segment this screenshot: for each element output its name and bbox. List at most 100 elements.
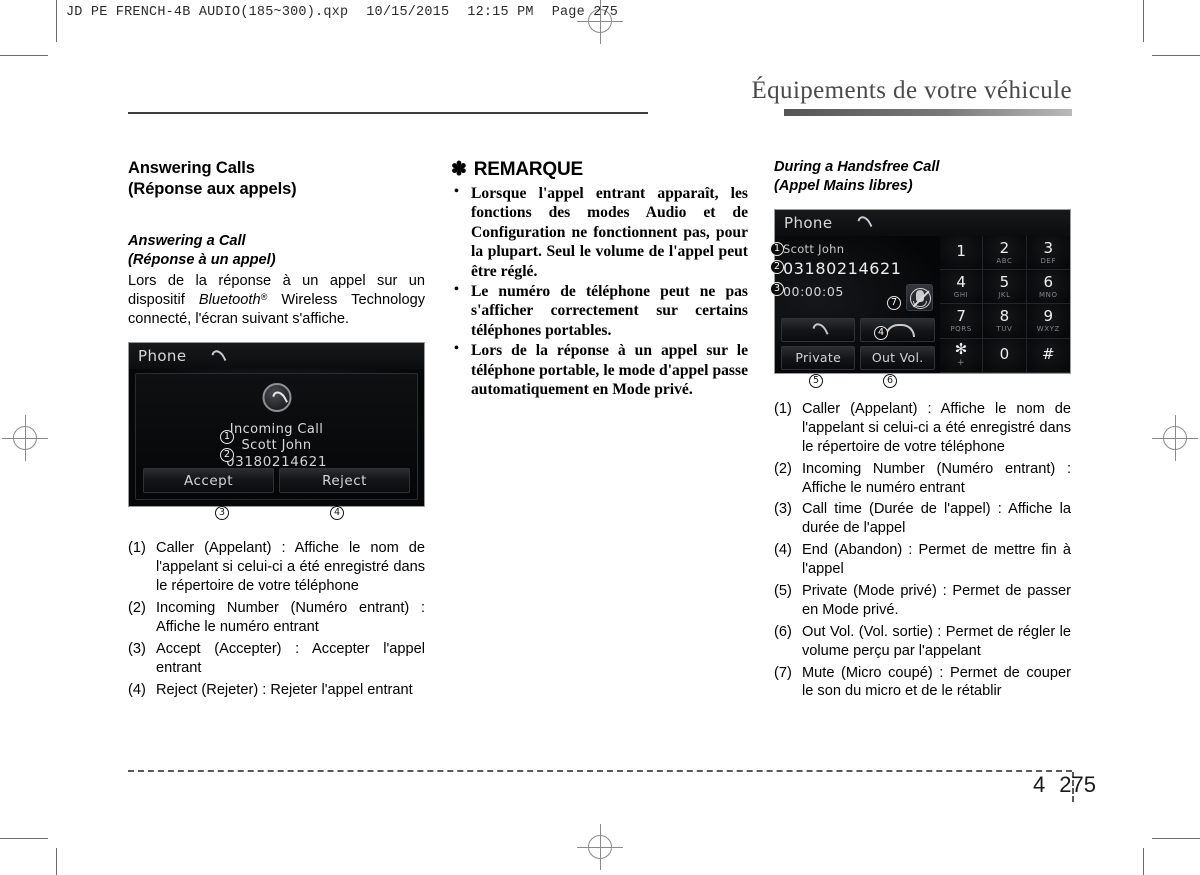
mute-mic-icon[interactable] xyxy=(905,283,933,311)
keypad-key-4[interactable]: 4 GHI xyxy=(939,270,984,305)
incoming-call-buttons: Accept Reject xyxy=(143,468,410,494)
caller-name: Scott John xyxy=(783,241,845,256)
list-item-number: (3) xyxy=(774,501,792,518)
file-header-filename: JD PE FRENCH-4B AUDIO(185~300).qxp xyxy=(66,5,349,20)
keypad-key-1[interactable]: 1 xyxy=(939,235,984,271)
keypad-key-8[interactable]: 8 TUV xyxy=(983,304,1027,339)
list-item: (3) Accept (Accepter) : Accepter l'appel … xyxy=(128,640,425,678)
key-digit: 8 xyxy=(999,307,1010,326)
file-header-time: 12:15 PM xyxy=(467,5,534,20)
subheading-line2: (Appel Mains libres) xyxy=(774,177,913,194)
chapter-number: 4 xyxy=(1033,772,1046,797)
file-header-date: 10/15/2015 xyxy=(366,5,450,20)
handsfree-info-panel: Scott John 03180214621 00:00:05 Private … xyxy=(775,235,940,373)
key-digit: ✻ xyxy=(954,340,968,359)
note-list: Lorsque l'appel entrant apparaît, les fo… xyxy=(451,183,748,399)
key-digit: 2 xyxy=(999,238,1010,257)
subheading-line1: Answering a Call xyxy=(128,233,246,250)
screen-titlebar: Phone xyxy=(129,343,424,370)
incoming-call-label: Incoming Call xyxy=(229,422,324,438)
file-header-strip: JD PE FRENCH-4B AUDIO(185~300).qxp 10/15/… xyxy=(66,5,636,20)
keypad-key-0[interactable]: 0 xyxy=(983,338,1027,373)
keypad-key-2[interactable]: 2 ABC xyxy=(983,235,1027,271)
reject-button[interactable]: Reject xyxy=(279,468,410,494)
registration-mark-left xyxy=(2,415,48,461)
column-3: During a Handsfree Call (Appel Mains lib… xyxy=(770,158,1071,704)
callout-7-mute: 7 xyxy=(887,295,901,310)
end-call-icon xyxy=(884,323,915,337)
keypad-key-7[interactable]: 7 PQRS xyxy=(939,304,984,339)
key-letters: DEF xyxy=(1040,256,1057,265)
col1-definition-list: (1) Caller (Appelant) : Affiche le nom de… xyxy=(128,539,425,699)
crop-mark-bottom-left-v xyxy=(56,848,57,875)
key-digit: 7 xyxy=(956,307,966,326)
screen-titlebar: Phone xyxy=(775,209,1070,236)
crop-mark-bottom-right-v xyxy=(1143,848,1144,875)
section-heading-answering-calls: Answering Calls (Réponse aux appels) xyxy=(128,158,425,200)
chapter-rule xyxy=(784,109,1072,117)
callout-3-accept: 3 xyxy=(215,506,229,521)
list-item-number: (2) xyxy=(774,460,792,477)
keypad-key-3[interactable]: 3 DEF xyxy=(1026,235,1070,271)
note-heading: ✽ REMARQUE xyxy=(451,158,748,181)
list-item: (4) End (Abandon) : Permet de mettre fin … xyxy=(774,541,1071,579)
handsfree-call-screenshot: Phone Scott John 03180214621 00:00:05 Pr… xyxy=(770,208,1071,388)
intro-paragraph: Lors de la réponse à un appel sur un dis… xyxy=(128,272,425,328)
list-item-text: Call time (Durée de l'appel) : Affiche l… xyxy=(802,501,1071,537)
out-vol-button[interactable]: Out Vol. xyxy=(860,345,935,370)
key-digit: 0 xyxy=(999,344,1010,363)
list-item-text: Incoming Number (Numéro entrant) : Affic… xyxy=(156,600,425,635)
crop-mark-top-right-v xyxy=(1143,0,1144,42)
keypad-key-5[interactable]: 5 JKL xyxy=(983,270,1027,305)
asterisk-icon: ✽ xyxy=(451,159,467,180)
private-button[interactable]: Private xyxy=(781,345,856,370)
list-item: (3) Call time (Durée de l'appel) : Affich… xyxy=(774,500,1071,538)
list-item: (6) Out Vol. (Vol. sortie) : Permet de ré… xyxy=(774,623,1071,661)
list-item-number: (1) xyxy=(774,400,792,417)
list-item-number: (3) xyxy=(128,640,146,657)
callout-4-end: 4 xyxy=(874,325,888,340)
incoming-call-body: Incoming Call Scott John 03180214621 Acc… xyxy=(129,369,424,507)
end-call-button[interactable] xyxy=(860,317,935,342)
incoming-call-icon xyxy=(262,383,291,413)
list-item-text: Private (Mode privé) : Permet de passer … xyxy=(802,582,1071,618)
registration-mark-right xyxy=(1152,415,1198,461)
body-columns: Answering Calls (Réponse aux appels) Ans… xyxy=(128,158,1072,748)
callout-3-call-time: 3 xyxy=(770,281,784,296)
list-item-number: (4) xyxy=(774,542,792,559)
dial-keypad: 1 2 ABC 3 DEF 4 GHI 5 JKL 6 MNO 7 PQRS 8 TUV 9W… xyxy=(939,235,1070,373)
section-heading-line2: (Réponse aux appels) xyxy=(128,180,297,199)
manual-page: JD PE FRENCH-4B AUDIO(185~300).qxp 10/15/… xyxy=(0,0,1200,875)
file-header-page-label: Page 275 xyxy=(551,5,619,20)
note-heading-text: REMARQUE xyxy=(473,159,583,180)
list-item: (2) Incoming Number (Numéro entrant) : Af… xyxy=(774,460,1071,498)
note-item: Le numéro de téléphone peut ne pas s'aff… xyxy=(451,281,748,340)
subheading-during-handsfree-call: During a Handsfree Call (Appel Mains lib… xyxy=(774,158,1071,196)
keypad-key-hash[interactable]: # xyxy=(1026,338,1070,373)
keypad-key-9[interactable]: 9 WXYZ xyxy=(1026,304,1070,339)
list-item-text: Caller (Appelant) : Affiche le nom de l'… xyxy=(802,400,1071,455)
key-letters: JKL xyxy=(998,290,1011,299)
list-item-number: (4) xyxy=(128,681,146,698)
list-item: (1) Caller (Appelant) : Affiche le nom de… xyxy=(774,400,1071,457)
key-digit: 3 xyxy=(1043,238,1054,257)
keypad-key-6[interactable]: 6 MNO xyxy=(1026,270,1070,305)
incoming-call-screenshot: Phone Incoming Call Scott John 031802146… xyxy=(128,342,425,521)
list-item-number: (2) xyxy=(128,600,146,617)
list-item-text: Mute (Micro coupé) : Permet de couper le… xyxy=(802,664,1071,700)
incoming-call-frame: Phone Incoming Call Scott John 031802146… xyxy=(128,342,425,508)
crop-mark-bottom-left-h xyxy=(0,838,48,839)
subheading-answering-a-call: Answering a Call (Réponse à un appel) xyxy=(128,232,425,270)
list-item-text: End (Abandon) : Permet de mettre fin à l… xyxy=(802,542,1071,578)
page-number-value: 275 xyxy=(1059,772,1096,797)
handsfree-frame: Phone Scott John 03180214621 00:00:05 Pr… xyxy=(774,208,1071,374)
caller-number: 03180214621 xyxy=(783,258,902,278)
crop-mark-top-left-v xyxy=(56,0,57,42)
list-item-text: Reject (Rejeter) : Rejeter l'appel entra… xyxy=(156,681,413,698)
call-button[interactable] xyxy=(781,317,856,342)
list-item-text: Accept (Accepter) : Accepter l'appel ent… xyxy=(156,640,425,676)
accept-button[interactable]: Accept xyxy=(143,468,274,494)
key-digit: 1 xyxy=(956,242,966,261)
key-letters: WXYZ xyxy=(1036,325,1060,334)
keypad-key-star[interactable]: ✻ + xyxy=(939,338,984,373)
